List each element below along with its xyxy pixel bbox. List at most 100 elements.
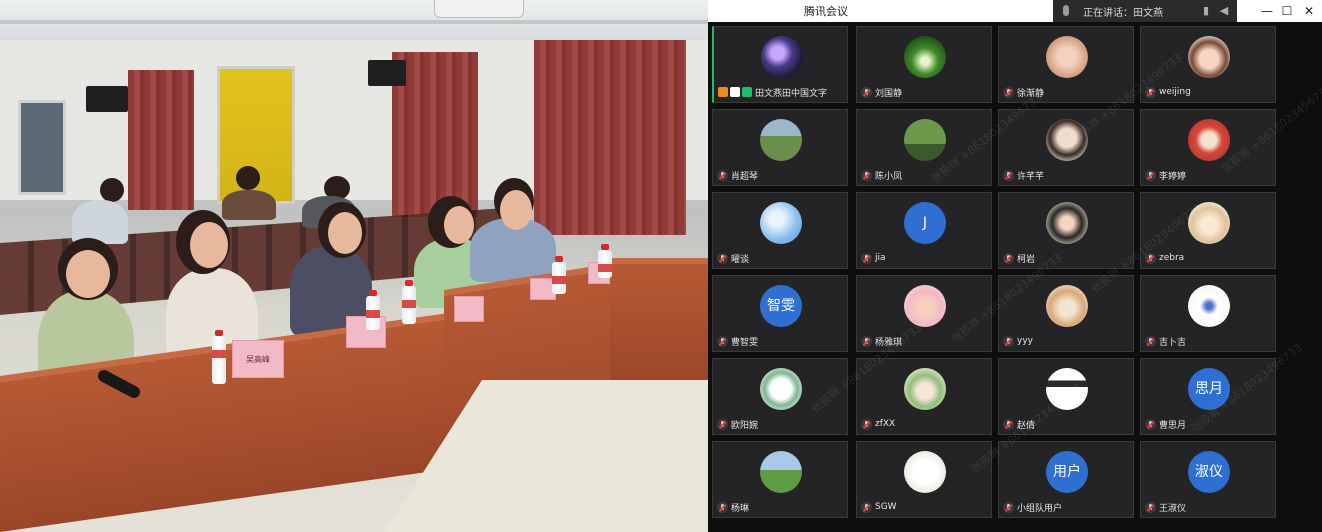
- nameplate-3: [454, 296, 484, 322]
- nameplate-1: 吴高峰: [232, 340, 284, 378]
- screen: 吴高峰 腾讯会议 正在讲话： 田文燕 ▮ ◀ — ☐ ✕ 田文燕田中国文字刘国静…: [0, 0, 1322, 532]
- speaking-name: 田文燕: [1133, 8, 1163, 19]
- avatar: 淑仪: [1188, 451, 1230, 493]
- participant-tile[interactable]: 柯岩: [998, 192, 1134, 269]
- participant-tile[interactable]: 李婷婷: [1140, 109, 1276, 186]
- attendee-front-3-face: [328, 212, 362, 254]
- participant-name: 曹智雯: [731, 337, 759, 348]
- participant-tile[interactable]: 杨雅琪: [856, 275, 992, 352]
- window: [18, 100, 66, 195]
- avatar: [1046, 368, 1088, 410]
- curtain-right: [534, 40, 686, 235]
- participant-tile[interactable]: 吉卜吉: [1140, 275, 1276, 352]
- muted-mic-icon: [1003, 335, 1014, 347]
- avatar-initials: 思月: [1195, 381, 1223, 397]
- participant-tile[interactable]: 思月曹思月: [1140, 358, 1276, 435]
- participant-tile[interactable]: SGW: [856, 441, 992, 518]
- participant-name: 吉卜吉: [1159, 337, 1187, 348]
- muted-mic-icon: [1003, 86, 1014, 98]
- conference-room-photo: 吴高峰: [0, 0, 708, 532]
- water-bottle-5: [598, 244, 612, 278]
- avatar: [761, 36, 803, 78]
- participant-tile[interactable]: 徐渐静: [998, 26, 1134, 103]
- muted-mic-icon: [861, 335, 872, 347]
- participant-name: 小组队用户: [1017, 503, 1063, 514]
- participant-tile[interactable]: zebra: [1140, 192, 1276, 269]
- attendee-back-1-body: [72, 200, 128, 244]
- participant-name: jia: [875, 253, 886, 263]
- participant-tile[interactable]: zfXX: [856, 358, 992, 435]
- tile-footer: 陈小凤: [861, 168, 902, 182]
- participant-tile[interactable]: 陈小凤: [856, 109, 992, 186]
- tile-footer: 曜谈: [717, 251, 749, 265]
- tile-footer: 杨雅琪: [861, 334, 902, 348]
- meeting-window: 腾讯会议 正在讲话： 田文燕 ▮ ◀ — ☐ ✕ 田文燕田中国文字 刘国静 徐渐静 w…: [708, 0, 1322, 532]
- attendee-back-2-body: [222, 190, 276, 220]
- tile-footer: 吉卜吉: [1145, 334, 1186, 348]
- tile-footer: weijing: [1145, 85, 1191, 99]
- muted-mic-icon: [717, 169, 728, 181]
- avatar-initials: 淑仪: [1195, 464, 1223, 480]
- speaking-indicator: 正在讲话： 田文燕 ▮ ◀: [1053, 0, 1237, 22]
- participant-tile[interactable]: Jjia: [856, 192, 992, 269]
- avatar: [1188, 36, 1230, 78]
- participant-tile[interactable]: 赵倩: [998, 358, 1134, 435]
- muted-mic-icon: [717, 418, 728, 430]
- participant-tile[interactable]: 田文燕田中国文字: [712, 26, 848, 103]
- participant-name: yyy: [1017, 336, 1033, 346]
- attendee-front-5-face: [500, 190, 532, 230]
- participant-tile[interactable]: yyy: [998, 275, 1134, 352]
- participant-tile[interactable]: 曜谈: [712, 192, 848, 269]
- signal-icon[interactable]: ▮: [1199, 4, 1213, 18]
- participant-tile[interactable]: 刘国静: [856, 26, 992, 103]
- participant-tile[interactable]: 用户 小组队用户: [998, 441, 1134, 518]
- tile-footer: 李婷婷: [1145, 168, 1186, 182]
- water-bottle-2: [402, 280, 416, 324]
- projector: [434, 0, 524, 18]
- avatar: [760, 451, 802, 493]
- attendee-front-2-face: [190, 222, 228, 268]
- tile-footer: 许芊芊: [1003, 168, 1044, 182]
- tile-footer: zfXX: [861, 417, 895, 431]
- participant-tile[interactable]: 淑仪王淑仪: [1140, 441, 1276, 518]
- close-button[interactable]: ✕: [1296, 0, 1322, 22]
- muted-mic-icon: [1145, 335, 1156, 347]
- tile-footer: zebra: [1145, 251, 1184, 265]
- participant-name: weijing: [1159, 87, 1191, 97]
- muted-mic-icon: [1145, 86, 1156, 98]
- participant-tile[interactable]: 欧阳婉: [712, 358, 848, 435]
- tile-footer: 杨琳: [717, 500, 749, 514]
- participant-name: 王淑仪: [1159, 503, 1187, 514]
- tile-footer: 曹思月: [1145, 417, 1186, 431]
- participant-name: SGW: [875, 502, 897, 512]
- participant-name: 刘国静: [875, 88, 903, 99]
- participant-tile[interactable]: 许芊芊: [998, 109, 1134, 186]
- tile-footer: yyy: [1003, 334, 1033, 348]
- muted-mic-icon: [1003, 169, 1014, 181]
- avatar-initials: J: [922, 215, 928, 231]
- avatar: [1188, 202, 1230, 244]
- participant-tile[interactable]: 杨琳: [712, 441, 848, 518]
- tile-footer: 欧阳婉: [717, 417, 758, 431]
- avatar: [1046, 36, 1088, 78]
- app-title: 腾讯会议: [804, 5, 848, 18]
- avatar: [904, 36, 946, 78]
- muted-mic-icon: [1003, 252, 1014, 264]
- avatar: [1188, 285, 1230, 327]
- participant-tile[interactable]: 肖超琴: [712, 109, 848, 186]
- participant-tile[interactable]: weijing: [1140, 26, 1276, 103]
- avatar: [760, 368, 802, 410]
- water-bottle-3: [366, 290, 380, 330]
- muted-mic-icon: [1003, 501, 1014, 513]
- muted-mic-icon: [717, 335, 728, 347]
- tile-footer: 王淑仪: [1145, 500, 1186, 514]
- muted-mic-icon: [1145, 169, 1156, 181]
- participant-grid: 田文燕田中国文字 刘国静 徐渐静 weijing 肖超琴 陈小凤 许芊芊 李婷婷 曜谈 Jjia 柯…: [712, 26, 1284, 528]
- avatar: [904, 451, 946, 493]
- participant-tile[interactable]: 智雯 曹智雯: [712, 275, 848, 352]
- muted-mic-icon: [717, 252, 728, 264]
- pin-icon[interactable]: ◀: [1217, 4, 1231, 18]
- attendee-back-2: [236, 166, 260, 190]
- tile-footer: SGW: [861, 500, 897, 514]
- participant-name: 田文燕田中国文字: [755, 88, 828, 99]
